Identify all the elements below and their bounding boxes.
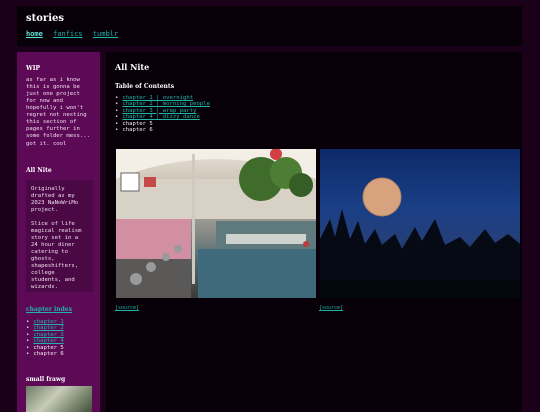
toc-chapter-3-link[interactable]: chapter 3 | wrap party xyxy=(122,108,196,114)
sidebar: WIP as far as i know this is gonna be ju… xyxy=(17,52,100,412)
sidebar-wip-text: as far as i know this is gonna be just o… xyxy=(26,77,90,139)
diner-photo xyxy=(116,149,316,298)
toc-chapter-4-link[interactable]: chapter 4 | dizzy dance xyxy=(122,114,199,120)
toc-chapter-2-link[interactable]: chapter 2 | morning people xyxy=(122,101,210,107)
sidebar-chapter-3-link[interactable]: chapter 3 xyxy=(33,332,63,338)
sidebar-wip-title: WIP xyxy=(26,65,41,72)
sidebar-allnite-title: All Nite xyxy=(26,167,52,174)
sidebar-chapter-1-link[interactable]: chapter 1 xyxy=(33,319,63,325)
sidebar-chapter-list: chapter 1 chapter 2 chapter 3 chapter 4 … xyxy=(26,319,64,358)
moon-illustration xyxy=(320,177,520,298)
toc-chapter-5-label: chapter 5 xyxy=(122,120,153,127)
toc-chapter-1-link[interactable]: chapter 1 | overnight xyxy=(122,95,193,101)
site-title: stories xyxy=(26,13,64,24)
list-item: chapter 6 xyxy=(26,351,64,358)
frog-thumbnail-image xyxy=(26,386,92,412)
sidebar-chapter-5-label: chapter 5 xyxy=(33,344,64,351)
moon-photo xyxy=(320,149,520,298)
page-title: All Nite xyxy=(115,62,150,72)
list-item: chapter 6 xyxy=(115,127,210,133)
sidebar-wip-text-2: got it. cool xyxy=(26,141,67,147)
nav-tumblr-link[interactable]: tumblr xyxy=(93,30,118,38)
main-content: All Nite Table of Contents chapter 1 | o… xyxy=(106,52,522,412)
sidebar-allnite-description: Originally drafted as my 2023 NaNoWriMo … xyxy=(31,186,82,290)
toc-list: chapter 1 | overnight chapter 2 | mornin… xyxy=(115,95,210,133)
toc-chapter-6-label: chapter 6 xyxy=(122,127,153,134)
nav-home-link[interactable]: home xyxy=(26,30,43,38)
sidebar-chapter-4-link[interactable]: chapter 4 xyxy=(33,338,63,344)
sidebar-allnite-box: Originally drafted as my 2023 NaNoWriMo … xyxy=(26,180,93,292)
chapter-index-link[interactable]: chapter index xyxy=(26,306,72,313)
diner-illustration xyxy=(116,149,316,298)
diner-photo-source-link[interactable]: [source] xyxy=(115,305,139,311)
site-header: stories home fanfics tumblr xyxy=(17,6,522,46)
toc-title: Table of Contents xyxy=(115,83,175,90)
nav-fanfics-link[interactable]: fanfics xyxy=(53,30,83,38)
sidebar-small-frawg-title: small frawg xyxy=(26,376,66,383)
moon-photo-source-link[interactable]: [source] xyxy=(319,305,343,311)
sidebar-chapter-2-link[interactable]: chapter 2 xyxy=(33,325,63,331)
sidebar-chapter-6-label: chapter 6 xyxy=(33,351,64,358)
main-nav: home fanfics tumblr xyxy=(26,30,124,38)
